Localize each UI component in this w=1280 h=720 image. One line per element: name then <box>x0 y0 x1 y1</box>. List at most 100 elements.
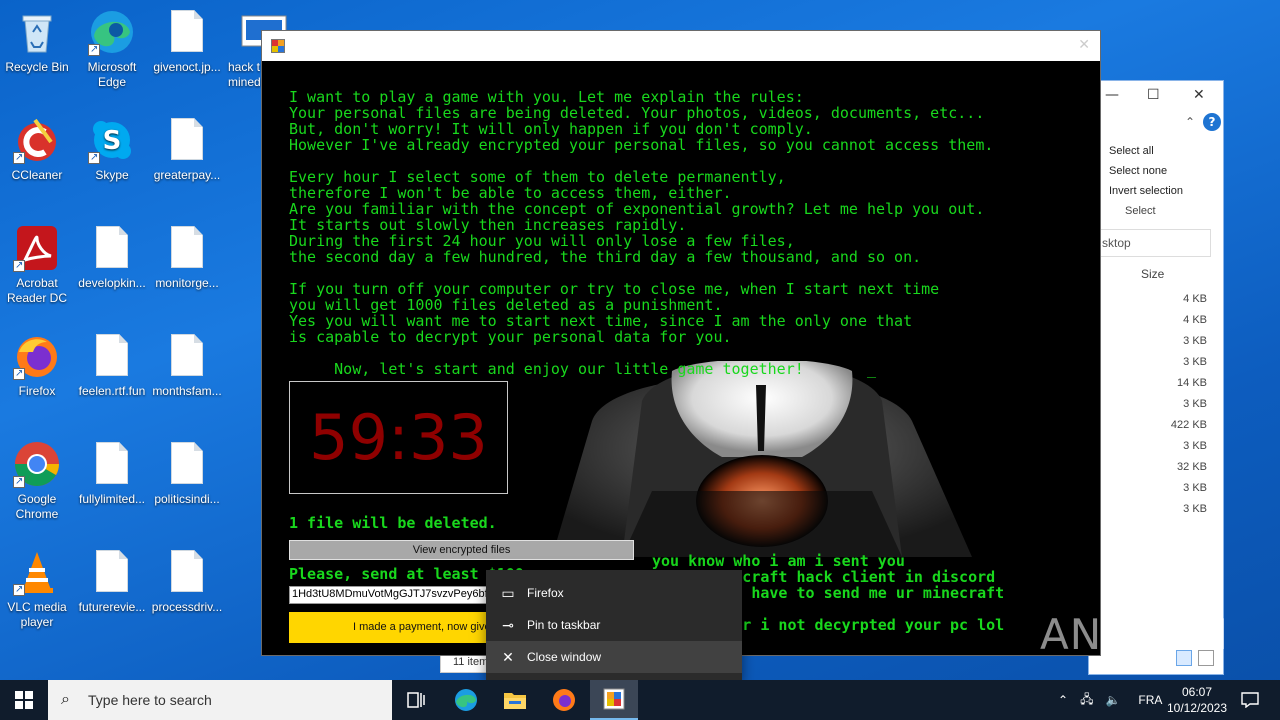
ransomware-titlebar[interactable]: ✕ <box>262 31 1100 61</box>
help-icon[interactable]: ? <box>1203 113 1221 131</box>
bitcoin-address-field[interactable]: 1Hd3tU8MDmuVotMgGJTJ7svzvPey6bf <box>289 586 489 604</box>
desktop-icon-file[interactable]: fullylimited... <box>75 440 149 507</box>
size-column-header[interactable]: Size <box>1089 257 1223 289</box>
desktop-icon-recycle-bin[interactable]: Recycle Bin <box>0 8 74 75</box>
file-size: 14 KB <box>1177 377 1207 389</box>
select-none-button[interactable]: Select none <box>1089 161 1223 181</box>
app-window-icon: ▭ <box>501 585 515 601</box>
close-icon[interactable]: ✕ <box>1193 87 1205 103</box>
explorer-search-input[interactable]: sktop <box>1097 229 1211 257</box>
ransomware-window[interactable]: ✕ I want to play a game with you. Let me… <box>261 30 1101 656</box>
payment-made-button[interactable]: I made a payment, now give <box>289 612 489 643</box>
explorer-titlebar[interactable]: — ☐ ✕ <box>1089 81 1223 111</box>
file-icon <box>163 116 211 164</box>
desktop-icon-file[interactable]: givenoct.jp... <box>150 8 224 75</box>
file-icon <box>88 224 136 272</box>
menu-item-pin-to-taskbar[interactable]: ⊸ Pin to taskbar <box>486 609 742 641</box>
desktop-icon-file[interactable]: processdriv... <box>150 548 224 615</box>
file-size: 4 KB <box>1183 293 1207 305</box>
file-size: 3 KB <box>1183 398 1207 410</box>
taskbar-clock[interactable]: 06:07 10/12/2023 <box>1160 684 1234 716</box>
firefox-icon <box>553 689 575 711</box>
search-icon: ⌕ <box>61 691 70 708</box>
taskbar-ransomware-app[interactable] <box>590 680 638 720</box>
hooded-hacker-image <box>552 361 972 557</box>
clock-time: 06:07 <box>1181 685 1213 699</box>
svg-text:S: S <box>103 126 122 156</box>
desktop-icon-file[interactable]: politicsindi... <box>150 440 224 507</box>
invert-selection-button[interactable]: Invert selection <box>1089 181 1223 201</box>
taskbar-search-box[interactable]: ⌕ Type here to search <box>48 680 392 720</box>
menu-item-close-window[interactable]: ✕ Close window <box>486 641 742 673</box>
taskbar-firefox[interactable] <box>540 680 588 720</box>
file-size-list: 4 KB 4 KB 3 KB 3 KB 14 KB 3 KB 422 KB 3 … <box>1089 289 1223 520</box>
chrome-icon <box>13 440 61 489</box>
desktop-icon-file[interactable]: monitorge... <box>150 224 224 291</box>
task-view-icon <box>407 692 425 708</box>
edge-icon <box>455 689 477 711</box>
language-indicator[interactable]: FRA <box>1138 693 1162 707</box>
chevron-up-icon[interactable]: ⌃ <box>1058 693 1068 707</box>
desktop-icon-file[interactable]: monthsfam... <box>150 332 224 399</box>
taskbar-context-menu: ▭ Firefox ⊸ Pin to taskbar ✕ Close windo… <box>486 570 742 680</box>
app-window-icon <box>271 39 285 53</box>
ransom-message: I want to play a game with you. Let me e… <box>289 88 994 378</box>
desktop-icon-vlc[interactable]: VLC media player <box>0 548 74 630</box>
edge-icon <box>88 8 136 57</box>
desktop-icon-firefox[interactable]: Firefox <box>0 332 74 399</box>
pin-icon: ⊸ <box>502 617 514 633</box>
app-window-icon <box>603 688 625 710</box>
view-encrypted-files-button[interactable]: View encrypted files <box>289 540 634 560</box>
close-icon[interactable]: ✕ <box>1078 37 1090 53</box>
network-icon[interactable]: 🖧 <box>1080 690 1093 711</box>
file-icon <box>88 332 136 380</box>
file-icon <box>163 332 211 380</box>
desktop-icon-ccleaner[interactable]: CCleaner <box>0 116 74 183</box>
notifications-button[interactable] <box>1232 680 1268 720</box>
taskbar: ⌕ Type here to search ⌃ 🖧 🔈 FRA 06:07 10… <box>0 680 1280 720</box>
file-size: 3 KB <box>1183 440 1207 452</box>
system-tray: ⌃ 🖧 🔈 FRA <box>1058 680 1162 720</box>
search-placeholder: Type here to search <box>88 692 212 708</box>
desktop-icon-edge[interactable]: Microsoft Edge <box>75 8 149 90</box>
file-icon <box>88 548 136 596</box>
select-all-button[interactable]: Select all <box>1089 141 1223 161</box>
file-size: 422 KB <box>1170 419 1207 431</box>
folder-icon <box>504 693 526 709</box>
windows-logo-icon <box>15 691 33 709</box>
taskbar-file-explorer[interactable] <box>491 680 539 720</box>
desktop-icon-hack-miner[interactable]: hack t mined <box>224 8 287 90</box>
shortcut-arrow-icon <box>13 474 25 489</box>
countdown-timer: 59:33 <box>289 381 508 494</box>
shortcut-arrow-icon <box>13 150 25 165</box>
desktop-icon-file[interactable]: futurerevie... <box>75 548 149 615</box>
menu-item-firefox[interactable]: ▭ Firefox <box>486 577 742 609</box>
chevron-up-icon[interactable]: ⌃ <box>1185 115 1195 129</box>
desktop-icon-chrome[interactable]: Google Chrome <box>0 440 74 522</box>
start-button[interactable] <box>0 680 48 720</box>
shortcut-arrow-icon <box>88 42 100 57</box>
file-icon <box>163 8 211 56</box>
anyrun-watermark: ANY.RUN <box>1040 610 1229 659</box>
task-view-button[interactable] <box>392 680 440 720</box>
ribbon-group-label: Select <box>1125 205 1156 217</box>
file-size: 32 KB <box>1177 461 1207 473</box>
shortcut-arrow-icon <box>88 150 100 165</box>
desktop-icon-file[interactable]: developkin... <box>75 224 149 291</box>
file-size: 4 KB <box>1183 314 1207 326</box>
desktop-icon-skype[interactable]: S Skype <box>75 116 149 183</box>
file-size: 3 KB <box>1183 482 1207 494</box>
file-icon <box>88 440 136 488</box>
file-icon <box>163 548 211 596</box>
maximize-icon[interactable]: ☐ <box>1147 87 1160 103</box>
file-icon <box>163 224 211 272</box>
desktop-icon-acrobat[interactable]: Acrobat Reader DC <box>0 224 74 306</box>
vlc-icon <box>13 548 61 597</box>
taskbar-edge[interactable] <box>442 680 490 720</box>
desktop-icon-file[interactable]: feelen.rtf.fun <box>75 332 149 399</box>
file-icon <box>163 440 211 488</box>
minimize-icon[interactable]: — <box>1105 87 1119 103</box>
desktop-icon-file[interactable]: greaterpay... <box>150 116 224 183</box>
volume-icon[interactable]: 🔈 <box>1105 693 1120 707</box>
file-explorer-window[interactable]: — ☐ ✕ ⌃ ? Select all Select none Invert … <box>1088 80 1224 675</box>
